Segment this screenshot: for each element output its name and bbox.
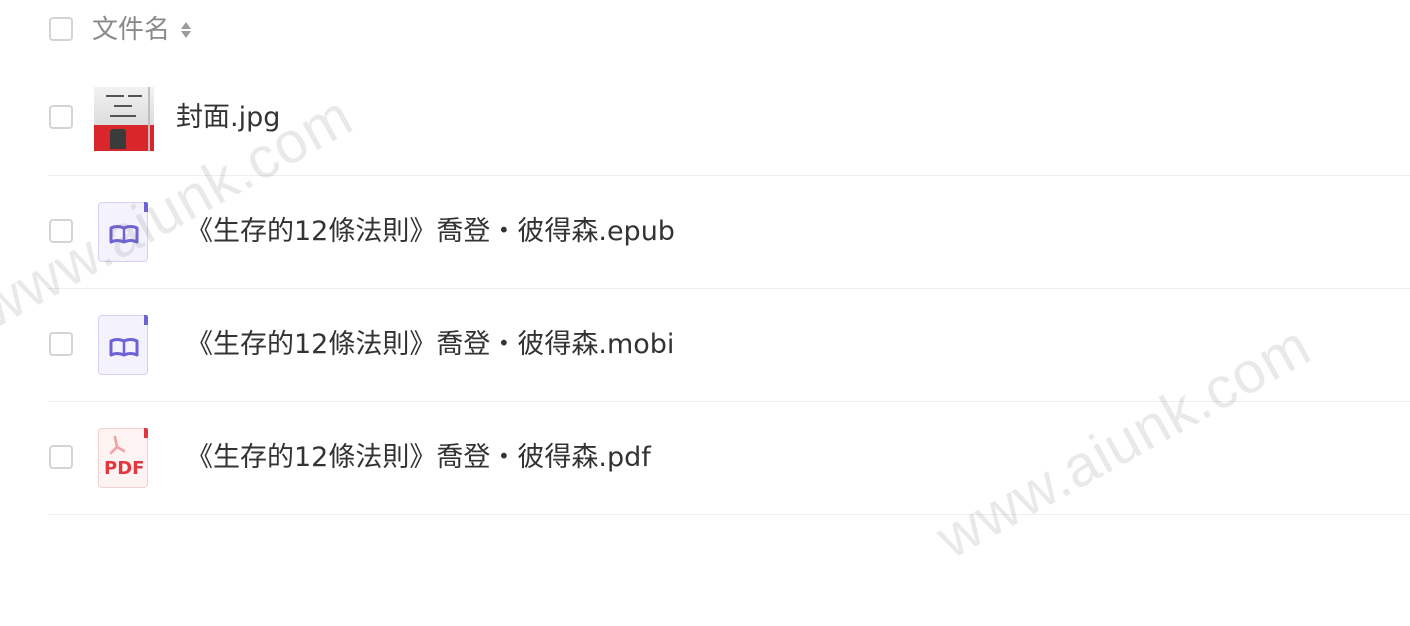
file-row[interactable]: 封面.jpg <box>48 62 1410 176</box>
file-row[interactable]: PDF 《生存的12條法則》喬登・彼得森.pdf <box>48 402 1410 515</box>
file-name[interactable]: 《生存的12條法則》喬登・彼得森.mobi <box>186 326 674 364</box>
pdf-icon-label: PDF <box>104 458 145 479</box>
sort-icon[interactable] <box>180 19 192 41</box>
pdf-icon: PDF <box>98 428 148 488</box>
file-row[interactable]: 《生存的12條法則》喬登・彼得森.epub <box>48 176 1410 289</box>
column-header-filename[interactable]: 文件名 <box>92 14 192 46</box>
file-row[interactable]: 《生存的12條法則》喬登・彼得森.mobi <box>48 289 1410 402</box>
ebook-icon <box>98 315 148 375</box>
select-all-checkbox[interactable] <box>49 17 73 41</box>
image-thumbnail <box>94 87 154 151</box>
list-header: 文件名 <box>48 0 1410 62</box>
file-name[interactable]: 《生存的12條法則》喬登・彼得森.epub <box>186 213 675 251</box>
row-checkbox[interactable] <box>49 105 73 129</box>
column-header-label: 文件名 <box>92 15 171 45</box>
row-checkbox[interactable] <box>49 219 73 243</box>
ebook-icon <box>98 202 148 262</box>
file-name[interactable]: 封面.jpg <box>176 99 280 137</box>
file-list: 文件名 封面.jpg 《生存的12條法則》喬登・彼得森.epub 《生存的12條… <box>48 0 1410 515</box>
row-checkbox[interactable] <box>49 332 73 356</box>
file-name[interactable]: 《生存的12條法則》喬登・彼得森.pdf <box>186 439 651 477</box>
row-checkbox[interactable] <box>49 445 73 469</box>
